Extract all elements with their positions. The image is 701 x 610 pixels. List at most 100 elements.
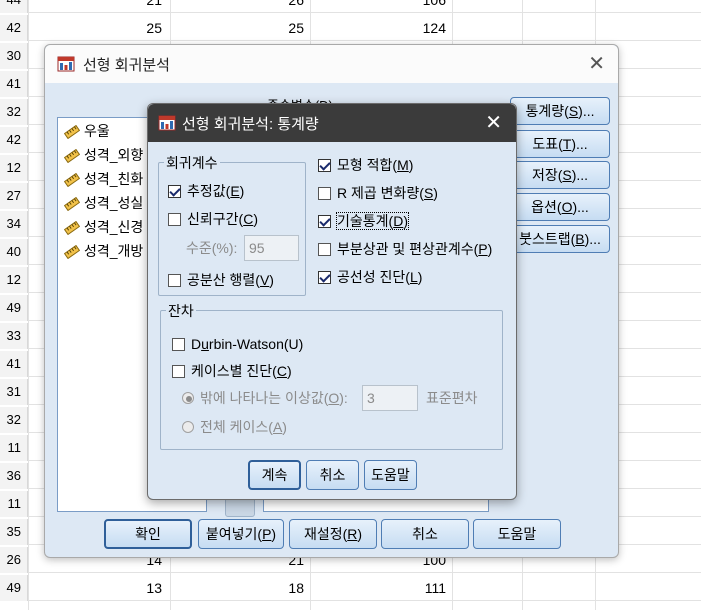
checkbox-unchecked[interactable] [172, 337, 185, 351]
reset-button[interactable]: 재설정(R) [289, 519, 377, 549]
sheet-cell: 44 [0, 0, 28, 13]
options-button[interactable]: 옵션(O)... [510, 193, 610, 221]
sheet-cell[interactable]: 21 [82, 0, 162, 13]
close-icon[interactable]: ✕ [485, 113, 502, 133]
bootstrap-button[interactable]: 붓스트랩(B)... [510, 225, 610, 253]
part-partial-correlations-checkbox[interactable]: 부분상관 및 편상관계수(P) [318, 238, 492, 260]
sheet-cell: 26 [0, 547, 28, 573]
scale-variable-icon [64, 125, 80, 140]
cancel-button[interactable]: 취소 [306, 460, 359, 490]
sheet-row: 44 21 26 106 [0, 0, 701, 13]
scale-variable-icon [64, 149, 80, 164]
sheet-cell: 35 [0, 519, 28, 545]
sheet-cell: 31 [0, 379, 28, 405]
outlier-threshold-input[interactable]: 3 [362, 385, 418, 411]
ok-button[interactable]: 확인 [104, 519, 192, 549]
r-squared-change-checkbox[interactable]: R 제곱 변화량(S) [318, 182, 438, 204]
covariance-matrix-checkbox[interactable]: 공분산 행렬(V) [168, 269, 274, 291]
variable-list-item[interactable]: 성격_신경 [64, 216, 143, 238]
dialog-titlebar: 선형 회귀분석 ✕ [45, 45, 618, 83]
model-fit-checkbox[interactable]: 모형 적합(M) [318, 154, 413, 176]
outliers-radio[interactable]: 밖에 나타나는 이상값(O): [182, 387, 348, 409]
sheet-cell: 41 [0, 71, 28, 97]
sheet-cell[interactable]: 26 [224, 0, 304, 13]
sheet-cell[interactable]: 25 [82, 15, 162, 41]
variable-name: 성격_성실 [84, 195, 144, 211]
help-button[interactable]: 도움말 [364, 460, 417, 490]
sheet-cell: 49 [0, 295, 28, 321]
confidence-level-label: 수준(%): [186, 240, 238, 256]
statistics-button[interactable]: 통계량(S)... [510, 97, 610, 125]
collinearity-diagnostics-checkbox[interactable]: 공선성 진단(L) [318, 266, 422, 288]
spss-app-icon [158, 115, 176, 131]
durbin-watson-checkbox[interactable]: Durbin-Watson(U) [172, 333, 303, 355]
sheet-row: 42 25 25 124 [0, 15, 701, 41]
save-button[interactable]: 저장(S)... [510, 161, 610, 189]
casewise-diagnostics-checkbox[interactable]: 케이스별 진단(C) [172, 360, 292, 382]
help-button[interactable]: 도움말 [473, 519, 561, 549]
variable-list-item[interactable]: 성격_성실 [64, 192, 143, 214]
sheet-cell: 27 [0, 183, 28, 209]
scale-variable-icon [64, 173, 80, 188]
variable-name: 우울 [84, 123, 110, 139]
sheet-cell: 30 [0, 43, 28, 69]
scale-variable-icon [64, 245, 80, 260]
statistics-dialog: 선형 회귀분석: 통계량 ✕ 회귀계수 추정값(E) 신뢰구간(C) 수준(%)… [147, 103, 517, 500]
close-icon[interactable]: ✕ [588, 54, 605, 74]
variable-name: 성격_신경 [84, 219, 144, 235]
sheet-cell: 36 [0, 463, 28, 489]
variable-list-item[interactable]: 우울 [64, 120, 110, 142]
all-cases-radio[interactable]: 전체 케이스(A) [182, 416, 287, 438]
variable-list-item[interactable]: 성격_개방 [64, 240, 143, 262]
variable-name: 성격_외향 [84, 147, 144, 163]
sheet-cell[interactable]: 106 [366, 0, 446, 13]
paste-button[interactable]: 붙여넣기(P) [198, 519, 284, 549]
sheet-cell[interactable]: 13 [82, 575, 162, 601]
variable-list-item[interactable]: 성격_외향 [64, 144, 143, 166]
sheet-cell: 12 [0, 267, 28, 293]
checkbox-checked[interactable] [168, 184, 181, 198]
checkbox-checked[interactable] [318, 214, 331, 228]
checkbox-checked[interactable] [318, 270, 331, 284]
spss-app-icon [57, 56, 75, 72]
sheet-cell: 42 [0, 127, 28, 153]
statistics-dialog-title: 선형 회귀분석: 통계량 [182, 116, 319, 133]
sheet-cell[interactable]: 25 [224, 15, 304, 41]
sheet-cell: 12 [0, 155, 28, 181]
checkbox-unchecked[interactable] [172, 364, 185, 378]
cancel-button[interactable]: 취소 [381, 519, 469, 549]
variable-list-item[interactable]: 성격_친화 [64, 168, 143, 190]
sheet-cell[interactable]: 111 [366, 575, 446, 601]
statistics-dialog-titlebar: 선형 회귀분석: 통계량 ✕ [148, 104, 516, 142]
sheet-cell[interactable]: 18 [224, 575, 304, 601]
residuals-label: 잔차 [166, 301, 196, 321]
variable-name: 성격_친화 [84, 171, 144, 187]
sheet-row: 49 13 18 111 [0, 575, 701, 601]
checkbox-unchecked[interactable] [168, 212, 181, 226]
sheet-cell: 40 [0, 239, 28, 265]
sheet-cell: 11 [0, 435, 28, 461]
estimates-checkbox[interactable]: 추정값(E) [168, 180, 244, 202]
confidence-level-input[interactable]: 95 [244, 235, 299, 261]
sheet-cell: 32 [0, 99, 28, 125]
variable-name: 성격_개방 [84, 243, 144, 259]
regression-coefficients-label: 회귀계수 [164, 153, 220, 173]
sheet-cell: 34 [0, 211, 28, 237]
radio-unselected[interactable] [182, 421, 194, 434]
radio-selected[interactable] [182, 392, 194, 405]
checkbox-unchecked[interactable] [168, 273, 181, 287]
sheet-cell: 49 [0, 575, 28, 601]
checkbox-unchecked[interactable] [318, 186, 331, 200]
standard-deviation-label: 표준편차 [426, 390, 478, 406]
checkbox-checked[interactable] [318, 158, 331, 172]
scale-variable-icon [64, 197, 80, 212]
scale-variable-icon [64, 221, 80, 236]
plots-button[interactable]: 도표(T)... [510, 130, 610, 158]
sheet-cell: 11 [0, 491, 28, 517]
sheet-cell[interactable]: 124 [366, 15, 446, 41]
sheet-cell: 32 [0, 407, 28, 433]
descriptives-checkbox[interactable]: 기술통계(D) [318, 210, 409, 232]
continue-button[interactable]: 계속 [248, 460, 301, 490]
confidence-interval-checkbox[interactable]: 신뢰구간(C) [168, 208, 258, 230]
checkbox-unchecked[interactable] [318, 242, 331, 256]
